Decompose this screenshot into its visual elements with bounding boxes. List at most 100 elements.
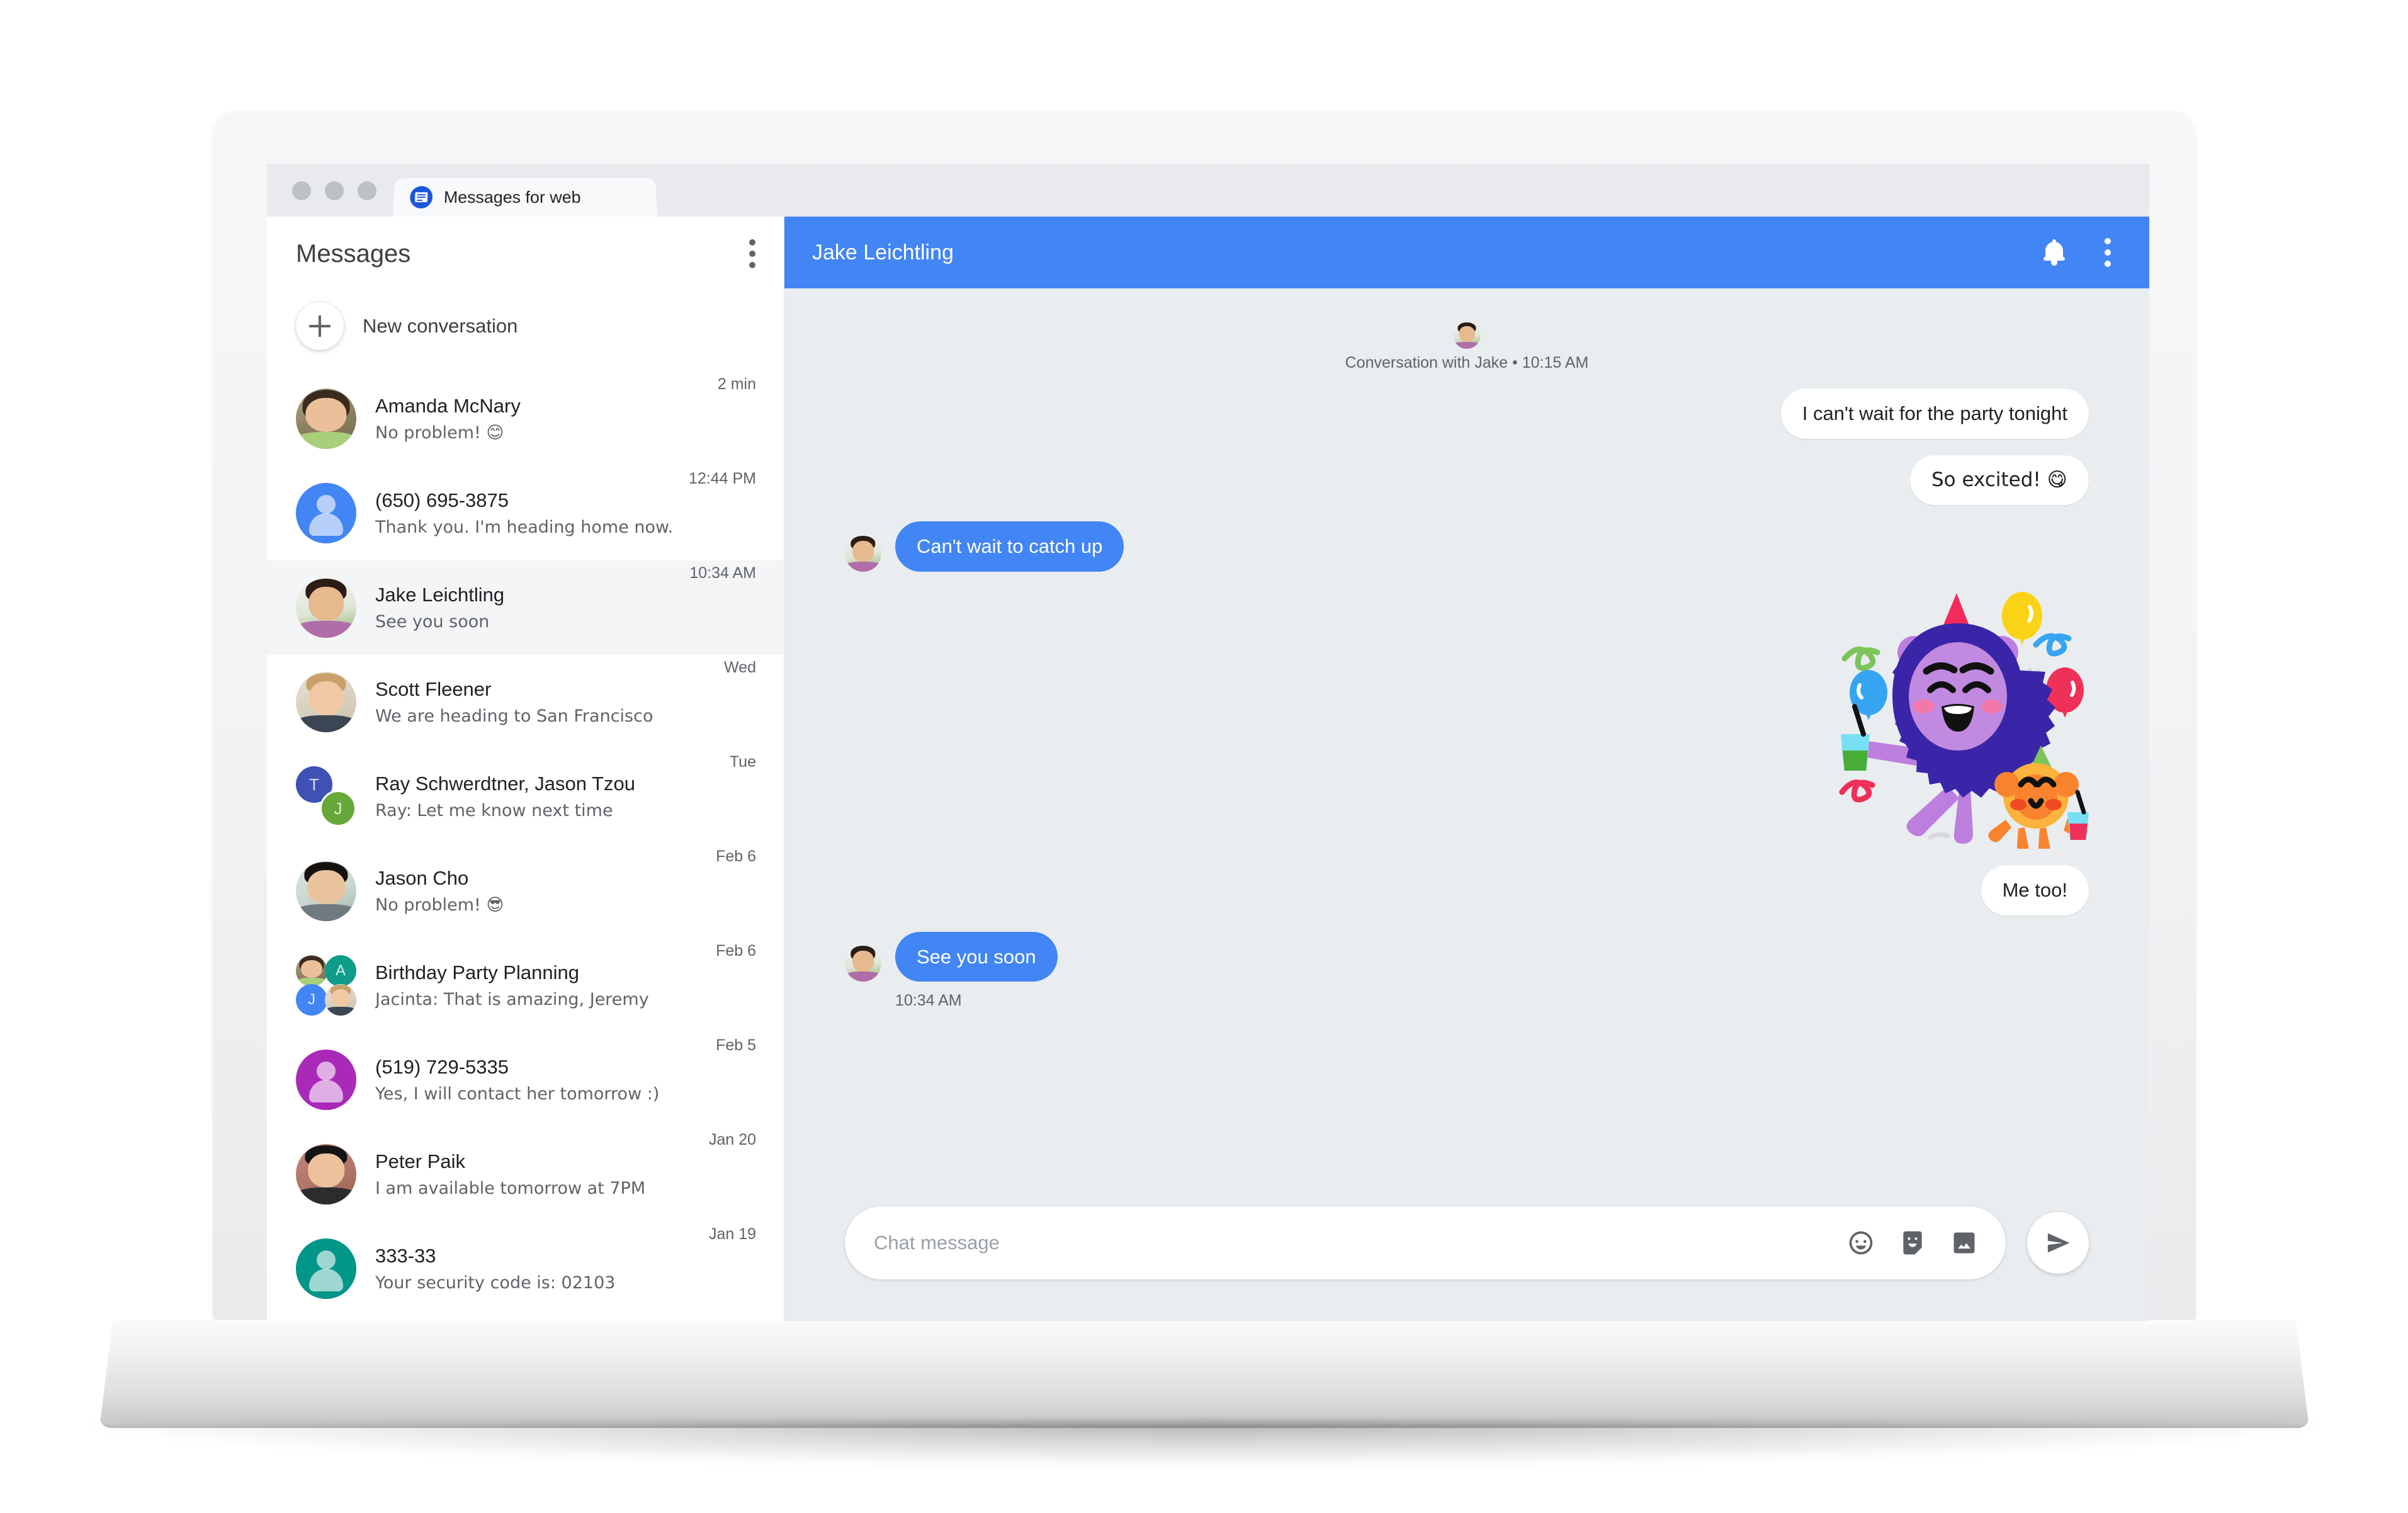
maximize-window-dot[interactable]: [358, 181, 376, 200]
message-bubble: So excited! 😋: [1910, 455, 2089, 506]
conversation-start-marker: Conversation with Jake • 10:15 AM: [845, 288, 2089, 372]
photo-amanda: [296, 388, 356, 449]
photo-peter: [296, 1144, 356, 1204]
conversation-time: Jan 20: [709, 1127, 756, 1149]
message-row: Me too!: [845, 865, 2089, 915]
conversation-name: Jake Leichtling: [375, 584, 679, 606]
avatar: [296, 577, 356, 638]
conversation-name: Scott Fleener: [375, 678, 714, 701]
message-row: Can't wait to catch up: [845, 521, 2089, 572]
conversation-snippet: No problem! 😎: [375, 895, 706, 915]
generic-person-avatar: [296, 1238, 356, 1299]
browser-tab[interactable]: Messages for web: [393, 178, 657, 217]
message-row: So excited! 😋: [845, 455, 2089, 506]
conversation-time: Tue: [730, 749, 756, 771]
photo-scott: [296, 672, 356, 732]
message-row: [845, 584, 2089, 849]
conversation-name: 333-33: [375, 1245, 699, 1267]
conversation-name: Ray Schwerdtner, Jason Tzou: [375, 773, 720, 795]
conversation-name: Peter Paik: [375, 1150, 699, 1173]
kebab-menu-icon[interactable]: [2104, 238, 2111, 267]
conversation-time: Jan 19: [709, 1221, 756, 1244]
sidebar-title: Messages: [296, 240, 410, 268]
photo-jake: [296, 577, 356, 638]
plus-icon: [296, 302, 344, 350]
conversation-name: (519) 729-5335: [375, 1056, 706, 1079]
browser-window: Messages for web Messages New conversati…: [267, 164, 2149, 1321]
sticker-icon[interactable]: [1899, 1229, 1926, 1257]
photo-jake: [1453, 321, 1481, 349]
bell-icon[interactable]: [2043, 240, 2065, 265]
send-button[interactable]: [2027, 1212, 2089, 1274]
avatar: [296, 861, 356, 921]
chat-title: Jake Leichtling: [812, 241, 954, 265]
avatar: [1453, 321, 1481, 349]
conversation-item[interactable]: Amanda McNary No problem! 😊 2 min: [267, 371, 784, 466]
conversation-sidebar: Messages New conversation Amanda McNary N…: [267, 217, 784, 1321]
conversation-snippet: Thank you. I'm heading home now.: [375, 518, 679, 537]
message-row: See you soon: [845, 932, 2089, 982]
avatar-pair: TJ: [296, 766, 356, 827]
conversation-time: Feb 6: [716, 844, 756, 866]
image-icon[interactable]: [1950, 1229, 1978, 1257]
conversation-item[interactable]: Peter Paik I am available tomorrow at 7PM…: [267, 1127, 784, 1221]
avatar: [296, 672, 356, 732]
close-window-dot[interactable]: [292, 181, 311, 200]
conversation-snippet: We are heading to San Francisco: [375, 706, 714, 726]
message-bubble: See you soon: [895, 932, 1058, 982]
conversation-time: Wed: [724, 655, 756, 677]
avatar: [296, 388, 356, 449]
conversation-time: 2 min: [718, 371, 756, 394]
photo-amanda: [296, 955, 327, 987]
conversation-name: Jason Cho: [375, 867, 706, 890]
conversation-item[interactable]: 333-33 Your security code is: 02103 Jan 19: [267, 1221, 784, 1316]
emoji-icon[interactable]: [1847, 1229, 1875, 1257]
avatar: [296, 1144, 356, 1204]
conversation-name: (650) 695-3875: [375, 489, 679, 512]
avatar: [845, 535, 881, 572]
conversation-item[interactable]: T J Ray Schwerdtner, Jason Tzou Ray: Let me…: [267, 749, 784, 844]
chat-input[interactable]: [874, 1232, 1832, 1254]
party-monster-sticker: [1824, 584, 2089, 849]
conversation-name: Birthday Party Planning: [375, 961, 706, 984]
conversation-start-label: Conversation with Jake • 10:15 AM: [845, 354, 2089, 372]
avatar-group: AJ: [296, 955, 356, 1016]
conversation-item[interactable]: A J Birthday Party Planning Jacinta: That i…: [267, 938, 784, 1033]
avatar: [845, 945, 881, 982]
conversation-snippet: I am available tomorrow at 7PM: [375, 1179, 699, 1198]
conversation-time: 12:44 PM: [689, 466, 756, 488]
message-row: I can't wait for the party tonight: [845, 388, 2089, 439]
browser-tab-bar: Messages for web: [267, 164, 2149, 217]
chat-header: Jake Leichtling: [784, 217, 2149, 288]
photo-jason: [296, 861, 356, 921]
conversation-list[interactable]: Amanda McNary No problem! 😊 2 min (650) 695…: [267, 371, 784, 1321]
message-composer: [784, 1195, 2149, 1321]
conversation-snippet: Your security code is: 02103: [375, 1273, 699, 1293]
messages-app: Messages New conversation Amanda McNary N…: [267, 217, 2149, 1321]
generic-person-avatar: [296, 483, 356, 543]
photo-scott: [325, 984, 356, 1016]
conversation-snippet: No problem! 😊: [375, 423, 708, 443]
conversation-time: Feb 5: [716, 1033, 756, 1055]
kebab-menu-icon[interactable]: [749, 239, 756, 268]
message-timestamp: 10:34 AM: [895, 992, 2089, 1010]
photo-jake: [845, 945, 881, 982]
chat-input-wrapper[interactable]: [845, 1206, 2006, 1279]
minimize-window-dot[interactable]: [325, 181, 344, 200]
conversation-item[interactable]: Jake Leichtling See you soon 10:34 AM: [267, 560, 784, 655]
conversation-time: Feb 6: [716, 938, 756, 960]
photo-jake: [845, 535, 881, 572]
message-bubble: I can't wait for the party tonight: [1781, 388, 2089, 439]
conversation-snippet: Ray: Let me know next time: [375, 801, 720, 820]
conversation-snippet: Yes, I will contact her tomorrow :): [375, 1084, 706, 1104]
message-thread[interactable]: Conversation with Jake • 10:15 AM I can'…: [784, 288, 2149, 1195]
generic-person-avatar: [296, 1050, 356, 1110]
conversation-snippet: Jacinta: That is amazing, Jeremy: [375, 990, 706, 1009]
conversation-item[interactable]: (650) 695-3875 Thank you. I'm heading hom…: [267, 466, 784, 560]
browser-tab-title: Messages for web: [443, 188, 580, 207]
new-conversation-button[interactable]: New conversation: [267, 291, 784, 371]
window-traffic-lights: [267, 181, 393, 217]
conversation-item[interactable]: Jason Cho No problem! 😎 Feb 6: [267, 844, 784, 938]
conversation-item[interactable]: (519) 729-5335 Yes, I will contact her to…: [267, 1033, 784, 1127]
conversation-item[interactable]: Scott Fleener We are heading to San Franc…: [267, 655, 784, 749]
